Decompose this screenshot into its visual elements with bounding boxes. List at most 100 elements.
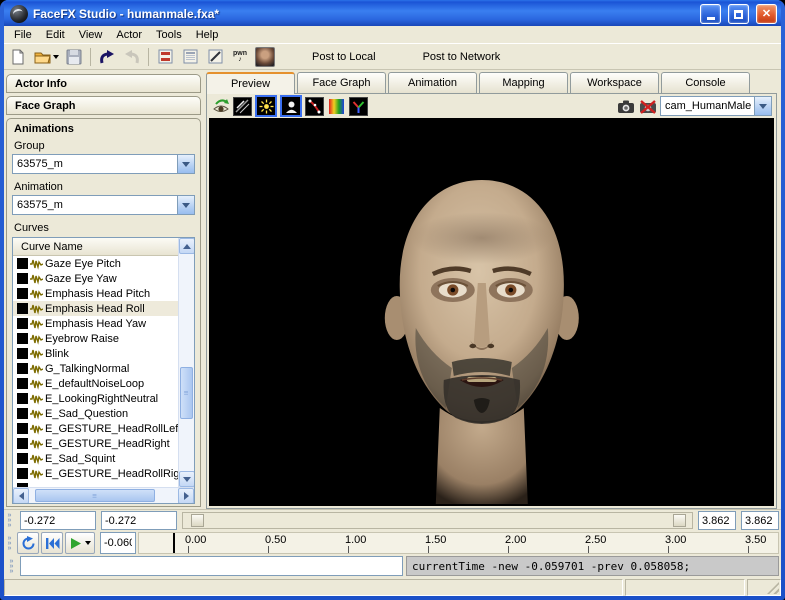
- post-to-local-button[interactable]: Post to Local: [296, 48, 392, 66]
- scroll-up-button[interactable]: [179, 238, 195, 254]
- row-grip[interactable]: »»»: [6, 556, 17, 576]
- minimize-button[interactable]: [700, 4, 721, 24]
- curve-checkbox[interactable]: [17, 378, 28, 389]
- actor-info-panel-header[interactable]: Actor Info: [6, 74, 201, 93]
- timeline-ruler[interactable]: 0.00 0.50 1.00 1.50 2.00 2.50 3.00 3.50: [138, 532, 779, 554]
- close-button[interactable]: ✕: [756, 4, 777, 24]
- actor-photo-button[interactable]: [253, 46, 277, 68]
- delete-camera-button[interactable]: [638, 97, 657, 116]
- create-camera-button[interactable]: [616, 97, 635, 116]
- new-document-button[interactable]: [6, 46, 30, 68]
- timeline-cursor[interactable]: [173, 533, 175, 553]
- character-button[interactable]: [280, 95, 302, 117]
- actor-widget-button[interactable]: [153, 46, 177, 68]
- open-dropdown-icon[interactable]: [53, 55, 59, 59]
- loop-button[interactable]: [17, 532, 39, 554]
- value-slider-thumb-left[interactable]: [191, 514, 204, 527]
- camera-combobox[interactable]: cam_HumanMale: [660, 96, 772, 116]
- title-bar[interactable]: FaceFX Studio - humanmale.fxa* ✕: [4, 0, 781, 26]
- curve-row[interactable]: Emphasis Head Pitch: [13, 286, 178, 301]
- redo-button[interactable]: [120, 46, 144, 68]
- menu-help[interactable]: Help: [189, 27, 226, 43]
- gradient-render-button[interactable]: [327, 97, 346, 116]
- curve-checkbox[interactable]: [17, 453, 28, 464]
- curve-row[interactable]: Blink: [13, 346, 178, 361]
- curve-checkbox[interactable]: [17, 438, 28, 449]
- curve-row[interactable]: E_GESTURE_HeadRollLeft: [13, 421, 178, 436]
- tab-face-graph[interactable]: Face Graph: [297, 72, 386, 93]
- command-input[interactable]: [20, 556, 403, 576]
- undo-button[interactable]: [95, 46, 119, 68]
- 3d-viewport[interactable]: [209, 118, 774, 506]
- curve-row[interactable]: Gaze Eye Yaw: [13, 271, 178, 286]
- scroll-left-button[interactable]: [13, 488, 29, 504]
- curve-row[interactable]: Eyebrow Raise: [13, 331, 178, 346]
- curve-row[interactable]: E_Sad_Squint: [13, 451, 178, 466]
- curve-row[interactable]: Gaze Eye Pitch: [13, 256, 178, 271]
- min-value-field[interactable]: [20, 511, 96, 530]
- play-options-dropdown-icon[interactable]: [85, 541, 91, 545]
- curve-checkbox[interactable]: [17, 363, 28, 374]
- row-grip[interactable]: »»»: [4, 532, 15, 554]
- group-dropdown-button[interactable]: [177, 155, 194, 173]
- animation-combobox[interactable]: 63575_m: [12, 195, 195, 215]
- menu-actor[interactable]: Actor: [109, 27, 149, 43]
- current-time-field[interactable]: [100, 532, 136, 554]
- curve-checkbox[interactable]: [17, 303, 28, 314]
- curve-row[interactable]: G_TalkingNormal: [13, 361, 178, 376]
- post-to-network-button[interactable]: Post to Network: [407, 48, 517, 66]
- face-graph-panel-header[interactable]: Face Graph: [6, 96, 201, 115]
- value-slider-thumb-right[interactable]: [673, 514, 686, 527]
- eye-rotate-button[interactable]: [211, 97, 230, 116]
- scroll-down-button[interactable]: [179, 471, 195, 487]
- rewind-button[interactable]: [41, 532, 63, 554]
- tab-workspace[interactable]: Workspace: [570, 72, 659, 93]
- lighting-button[interactable]: [255, 95, 277, 117]
- curve-checkbox[interactable]: [17, 318, 28, 329]
- curve-row[interactable]: E_defaultNoiseLoop: [13, 376, 178, 391]
- save-button[interactable]: [62, 46, 86, 68]
- group-combobox[interactable]: 63575_m: [12, 154, 195, 174]
- node-table-button[interactable]: [178, 46, 202, 68]
- min-value-field-2[interactable]: [101, 511, 177, 530]
- curve-checkbox[interactable]: [17, 333, 28, 344]
- maximize-button[interactable]: [728, 4, 749, 24]
- menu-file[interactable]: File: [7, 27, 39, 43]
- curve-editor-button[interactable]: [203, 46, 227, 68]
- hscroll-thumb[interactable]: ≡: [35, 489, 155, 502]
- value-slider-track[interactable]: [182, 512, 693, 529]
- curve-row-selected[interactable]: Emphasis Head Roll: [13, 301, 178, 316]
- max-value-field-2[interactable]: [741, 511, 779, 530]
- curve-checkbox[interactable]: [17, 408, 28, 419]
- camera-dropdown-button[interactable]: [754, 97, 771, 115]
- curve-list-vertical-scrollbar[interactable]: ≡: [178, 238, 194, 487]
- scroll-right-button[interactable]: [178, 488, 194, 504]
- curve-name-column-header[interactable]: Curve Name: [13, 238, 178, 256]
- curve-checkbox[interactable]: [17, 288, 28, 299]
- curve-checkbox[interactable]: [17, 393, 28, 404]
- pwn-audio-button[interactable]: pwn♪: [228, 46, 252, 68]
- row-grip[interactable]: »»»: [4, 511, 15, 530]
- tab-animation[interactable]: Animation: [388, 72, 477, 93]
- vscroll-thumb[interactable]: ≡: [180, 367, 193, 419]
- curve-checkbox[interactable]: [17, 423, 28, 434]
- curve-checkbox[interactable]: [17, 348, 28, 359]
- tab-mapping[interactable]: Mapping: [479, 72, 568, 93]
- curve-checkbox[interactable]: [17, 273, 28, 284]
- axis-button[interactable]: [349, 97, 368, 116]
- menu-tools[interactable]: Tools: [149, 27, 189, 43]
- curve-checkbox[interactable]: [17, 468, 28, 479]
- curve-list-horizontal-scrollbar[interactable]: ≡: [13, 487, 194, 503]
- animation-dropdown-button[interactable]: [177, 196, 194, 214]
- tab-console[interactable]: Console: [661, 72, 750, 93]
- resize-grip[interactable]: [767, 582, 779, 594]
- curve-row[interactable]: E_GESTURE_HeadRight: [13, 436, 178, 451]
- curve-row[interactable]: E_Sad_Question: [13, 406, 178, 421]
- bones-button[interactable]: [305, 97, 324, 116]
- curve-row[interactable]: Emphasis Head Yaw: [13, 316, 178, 331]
- wireframe-button[interactable]: [233, 97, 252, 116]
- vscroll-track[interactable]: ≡: [179, 254, 194, 471]
- max-value-field[interactable]: [698, 511, 736, 530]
- menu-edit[interactable]: Edit: [39, 27, 72, 43]
- hscroll-track[interactable]: ≡: [29, 488, 178, 503]
